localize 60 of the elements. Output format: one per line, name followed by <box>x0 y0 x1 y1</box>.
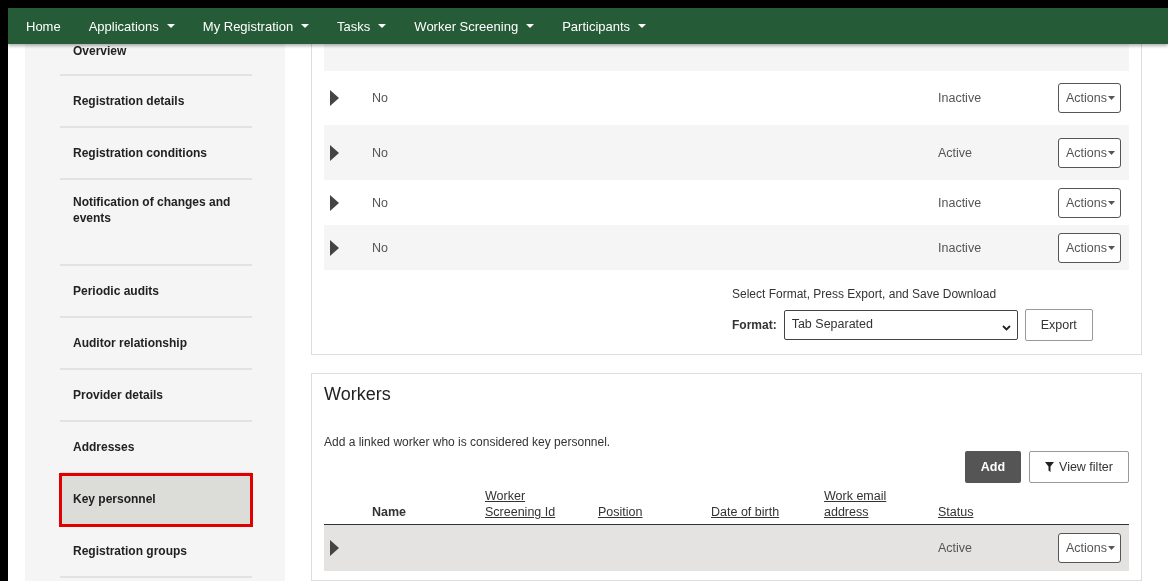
expand-icon[interactable] <box>330 239 339 256</box>
sidebar-item[interactable]: Registration groups <box>60 526 252 578</box>
sidebar-item[interactable]: Key personnel <box>60 474 252 526</box>
actions-button[interactable]: Actions <box>1058 187 1121 218</box>
caret-icon <box>301 24 310 28</box>
column-header[interactable]: Worker Screening Id <box>485 488 598 520</box>
nav-menu-item[interactable]: Participants <box>553 18 658 34</box>
table-cell-text: No <box>372 240 389 255</box>
status-cell-text: Active <box>938 541 974 555</box>
caret-icon <box>1108 200 1115 205</box>
nav-menu-item[interactable]: Applications <box>79 18 186 34</box>
actions-button[interactable]: Actions <box>1058 232 1121 263</box>
actions-button[interactable]: Actions <box>1058 533 1121 563</box>
actions-button[interactable]: Actions <box>1058 83 1121 113</box>
sidebar-item[interactable]: Overview <box>60 44 252 76</box>
export-hint: Select Format, Press Export, and Save Download <box>732 287 997 301</box>
expand-icon[interactable] <box>330 540 339 556</box>
column-header[interactable]: Status <box>938 504 1018 520</box>
caret-icon <box>378 24 387 28</box>
status-cell-text: Active <box>938 145 974 160</box>
caret-icon <box>1108 96 1115 100</box>
sidebar-item[interactable]: Registration conditions <box>60 128 252 180</box>
caret-icon <box>1108 150 1115 155</box>
sidebar-item[interactable]: Registration details <box>60 76 252 128</box>
section-description: Add a linked worker who is considered key personnel. <box>324 435 612 449</box>
caret-icon <box>526 24 535 28</box>
caret-icon <box>638 24 647 28</box>
nav-menu-item[interactable]: My Registration <box>193 18 321 34</box>
chevron-icon <box>1001 325 1011 331</box>
caret-icon <box>1108 245 1115 250</box>
nav-menu-item[interactable]: Worker Screening <box>405 18 546 34</box>
column-header[interactable]: Work email address <box>824 488 938 520</box>
status-cell-text: Inactive <box>938 240 983 255</box>
sidebar-item[interactable]: Auditor relationship <box>60 318 252 370</box>
nav-menu-item[interactable]: Home <box>26 18 72 34</box>
format-label: Format: <box>732 318 777 332</box>
column-header: Name <box>372 504 408 520</box>
add-button[interactable]: Add <box>964 451 1022 483</box>
nav-menu-item[interactable]: Tasks <box>328 18 398 34</box>
sidebar-item[interactable]: Periodic audits <box>60 266 252 318</box>
status-cell-text: Inactive <box>938 91 983 105</box>
expand-icon[interactable] <box>330 144 339 161</box>
expand-icon[interactable] <box>330 194 339 211</box>
caret-icon <box>1108 546 1115 550</box>
sidebar-item[interactable]: Provider details <box>60 370 252 422</box>
status-cell-text: Inactive <box>938 195 983 210</box>
column-header[interactable]: Date of birth <box>711 504 824 520</box>
table-cell-text: No <box>372 91 389 105</box>
caret-icon <box>166 24 175 28</box>
column-header[interactable]: Position <box>598 504 711 520</box>
expand-icon[interactable] <box>330 90 339 106</box>
actions-button[interactable]: Actions <box>1058 137 1121 168</box>
view-filter-button[interactable]: View filter <box>1029 451 1129 483</box>
sidebar-item[interactable]: Notification of changes and events <box>60 180 252 266</box>
filter-icon <box>1045 462 1055 472</box>
table-cell-text: No <box>372 145 389 160</box>
table-cell-text: No <box>372 195 389 210</box>
format-select[interactable]: Tab Separated <box>783 310 1018 340</box>
export-button[interactable]: Export <box>1024 309 1093 341</box>
section-title: Workers <box>324 384 392 405</box>
